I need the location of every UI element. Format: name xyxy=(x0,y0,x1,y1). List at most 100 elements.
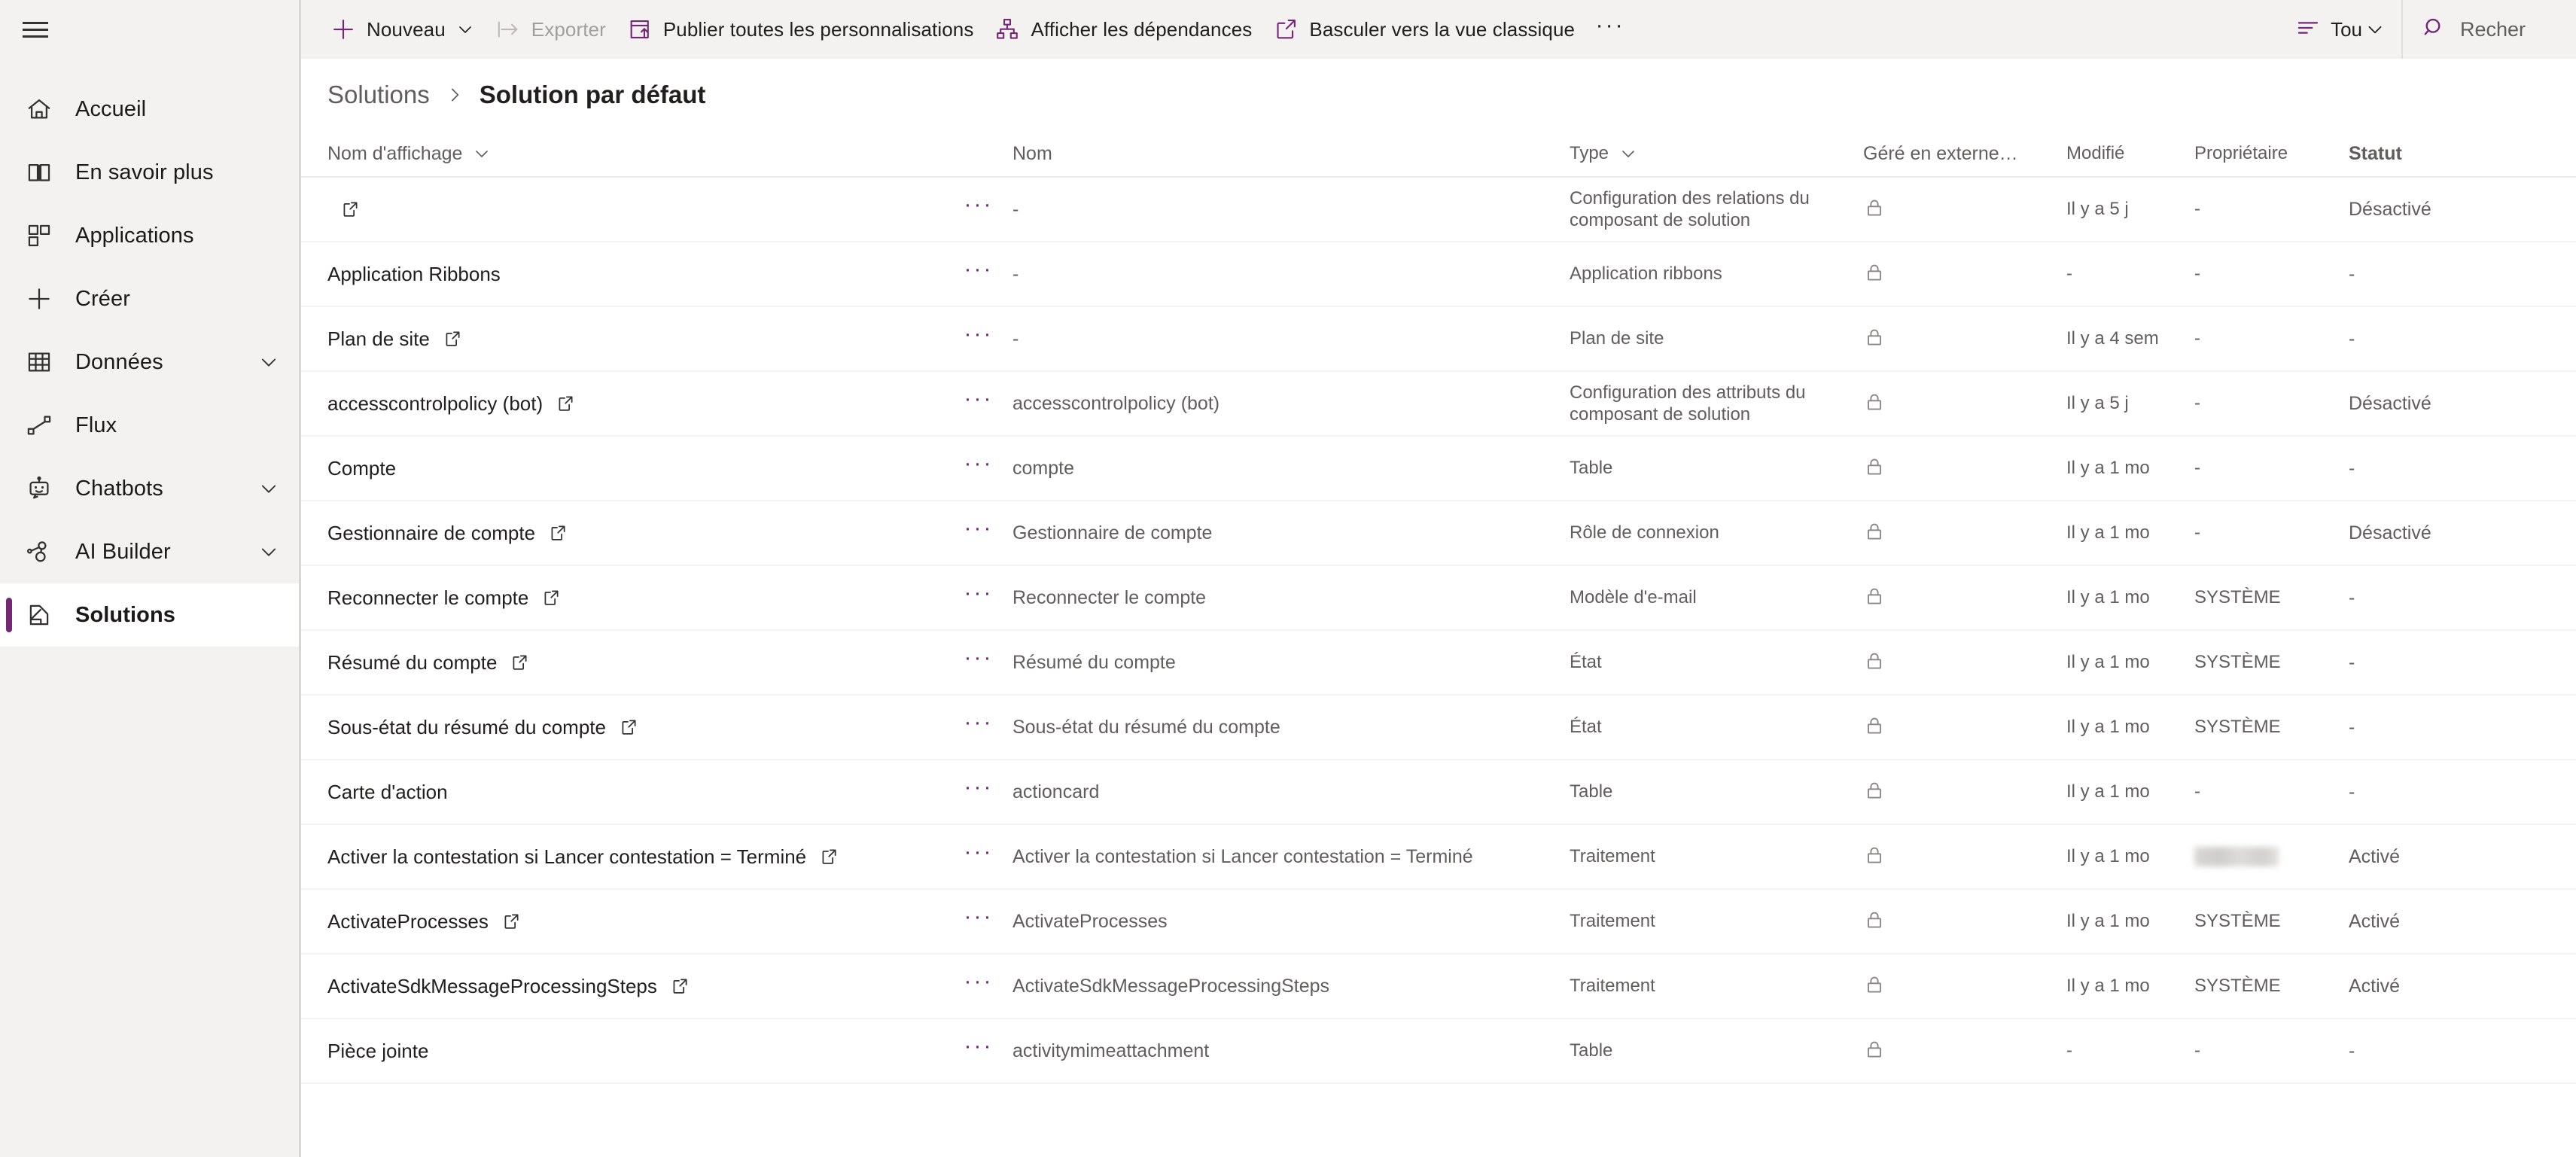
open-in-new-icon[interactable] xyxy=(501,911,522,932)
table-row[interactable]: Plan de site ··· - Plan de site Il y a 4 sem… xyxy=(301,307,2576,372)
sidebar-item-ai-builder[interactable]: AI Builder xyxy=(0,520,299,583)
filter-button[interactable]: Tou xyxy=(2282,0,2403,59)
row-actions-button[interactable]: ··· xyxy=(945,710,1012,744)
row-actions-button[interactable]: ··· xyxy=(945,1034,1012,1068)
cell-display-name[interactable] xyxy=(327,199,945,220)
open-in-new-icon[interactable] xyxy=(442,328,463,349)
cell-display-name[interactable]: accesscontrolpolicy (bot) xyxy=(327,392,945,416)
open-in-new-icon[interactable] xyxy=(669,976,690,997)
sidebar-item-label: Flux xyxy=(75,413,117,437)
column-header-owner[interactable]: Propriétaire xyxy=(2194,143,2349,164)
chevron-down-icon[interactable] xyxy=(258,352,279,373)
table-row[interactable]: ActivateProcesses ··· ActivateProcesses Tra… xyxy=(301,890,2576,955)
table-row[interactable]: ActivateSdkMessageProcessingSteps ··· Acti… xyxy=(301,955,2576,1019)
sidebar-item-chatbots[interactable]: Chatbots xyxy=(0,457,299,520)
cell-display-name[interactable]: Application Ribbons xyxy=(327,263,945,286)
table-row[interactable]: Sous-état du résumé du compte ··· Sous-éta… xyxy=(301,696,2576,760)
table-row[interactable]: Carte d'action ··· actioncard Table Il y a 1… xyxy=(301,760,2576,825)
cell-display-name[interactable]: Compte xyxy=(327,457,945,480)
cell-display-name[interactable]: Sous-état du résumé du compte xyxy=(327,716,945,739)
column-header-modified[interactable]: Modifié xyxy=(2066,143,2194,164)
table-row[interactable]: Compte ··· compte Table Il y a 1 mo - - xyxy=(301,437,2576,501)
chevron-down-icon[interactable] xyxy=(1619,145,1637,163)
component-name: accesscontrolpolicy (bot) xyxy=(1012,392,1220,414)
table-row[interactable]: accesscontrolpolicy (bot) ··· accesscontro… xyxy=(301,372,2576,437)
open-in-new-icon[interactable] xyxy=(555,393,576,414)
breadcrumb-separator-icon xyxy=(445,85,464,105)
row-actions-button[interactable]: ··· xyxy=(945,516,1012,550)
cell-display-name[interactable]: ActivateSdkMessageProcessingSteps xyxy=(327,975,945,998)
sidebar-item-accueil[interactable]: Accueil xyxy=(0,78,299,141)
row-actions-button[interactable]: ··· xyxy=(945,839,1012,874)
row-actions-button[interactable]: ··· xyxy=(945,645,1012,680)
column-header-status[interactable]: Statut xyxy=(2349,143,2514,165)
cell-managed-externally xyxy=(1863,1038,2066,1064)
cell-display-name[interactable]: Carte d'action xyxy=(327,781,945,804)
row-actions-button[interactable]: ··· xyxy=(945,386,1012,421)
cell-display-name[interactable]: Résumé du compte xyxy=(327,651,945,674)
sidebar-item-donn-es[interactable]: Données xyxy=(0,330,299,394)
breadcrumb-item-solutions[interactable]: Solutions xyxy=(327,81,430,109)
cell-display-name[interactable]: Activer la contestation si Lancer contes… xyxy=(327,845,945,869)
row-actions-button[interactable]: ··· xyxy=(945,451,1012,486)
column-header-type[interactable]: Type xyxy=(1570,142,1863,164)
book-icon xyxy=(23,156,56,189)
row-actions-button[interactable]: ··· xyxy=(945,775,1012,809)
component-name: - xyxy=(1012,263,1019,285)
row-actions-button[interactable]: ··· xyxy=(945,321,1012,356)
modified-value: Il y a 4 sem xyxy=(2066,328,2159,349)
status-value: - xyxy=(2349,716,2355,738)
hamburger-menu-button[interactable] xyxy=(0,0,299,59)
sidebar-item-applications[interactable]: Applications xyxy=(0,204,299,267)
chevron-down-icon[interactable] xyxy=(258,478,279,499)
command-nouveau-button[interactable]: Nouveau xyxy=(320,0,485,59)
status-value: Activé xyxy=(2349,845,2401,867)
row-actions-button[interactable]: ··· xyxy=(945,969,1012,1003)
command-bar-overflow-button[interactable]: ··· xyxy=(1585,0,1635,59)
dependencies-icon xyxy=(994,17,1020,42)
row-actions-button[interactable]: ··· xyxy=(945,904,1012,939)
sidebar-item-cr-er[interactable]: Créer xyxy=(0,267,299,330)
open-in-new-icon[interactable] xyxy=(509,652,530,673)
cell-display-name[interactable]: Reconnecter le compte xyxy=(327,586,945,610)
table-row[interactable]: ··· - Configuration des relations du compo… xyxy=(301,178,2576,242)
status-value: Activé xyxy=(2349,910,2401,932)
column-header-name[interactable]: Nom xyxy=(1012,143,1570,165)
table-row[interactable]: Activer la contestation si Lancer contes… xyxy=(301,825,2576,890)
open-in-new-icon[interactable] xyxy=(340,199,361,220)
cell-display-name[interactable]: Plan de site xyxy=(327,327,945,351)
status-value: - xyxy=(2349,651,2355,673)
table-row[interactable]: Application Ribbons ··· - Application ribbo… xyxy=(301,242,2576,307)
open-in-new-icon[interactable] xyxy=(547,522,568,543)
component-display-name: accesscontrolpolicy (bot) xyxy=(327,391,544,415)
cell-display-name[interactable]: Pièce jointe xyxy=(327,1040,945,1063)
chevron-down-icon[interactable] xyxy=(258,541,279,562)
column-header-managed[interactable]: Géré en externe… xyxy=(1863,143,2066,165)
open-in-new-icon[interactable] xyxy=(540,587,562,608)
command-basculer-vers-la-vue-classique-button[interactable]: Basculer vers la vue classique xyxy=(1262,0,1585,59)
column-header-display_name[interactable]: Nom d'affichage xyxy=(327,143,945,165)
command-publier-toutes-les-personnalisations-button[interactable]: Publier toutes les personnalisations xyxy=(617,0,985,59)
filter-label: Tou xyxy=(2331,17,2362,41)
component-display-name: Carte d'action xyxy=(327,780,448,803)
sidebar-item-en-savoir-plus[interactable]: En savoir plus xyxy=(0,141,299,204)
command-afficher-les-d-pendances-button[interactable]: Afficher les dépendances xyxy=(984,0,1262,59)
sidebar-item-solutions[interactable]: Solutions xyxy=(0,583,299,647)
search-input[interactable]: Recher xyxy=(2403,0,2576,59)
table-row[interactable]: Résumé du compte ··· Résumé du compte État I… xyxy=(301,631,2576,696)
open-in-new-icon[interactable] xyxy=(818,846,839,867)
table-row[interactable]: Reconnecter le compte ··· Reconnecter le c… xyxy=(301,566,2576,631)
sidebar-item-flux[interactable]: Flux xyxy=(0,394,299,457)
component-display-name: Activer la contestation si Lancer contes… xyxy=(327,845,807,868)
row-actions-button[interactable]: ··· xyxy=(945,580,1012,615)
row-actions-button[interactable]: ··· xyxy=(945,192,1012,227)
table-row[interactable]: Gestionnaire de compte ··· Gestionnaire de… xyxy=(301,501,2576,566)
row-actions-button[interactable]: ··· xyxy=(945,257,1012,291)
cell-display-name[interactable]: ActivateProcesses xyxy=(327,910,945,933)
status-value: - xyxy=(2349,457,2355,479)
table-row[interactable]: Pièce jointe ··· activitymimeattachment Tab… xyxy=(301,1019,2576,1084)
chevron-down-icon[interactable] xyxy=(456,20,474,38)
open-in-new-icon[interactable] xyxy=(618,717,639,738)
cell-display-name[interactable]: Gestionnaire de compte xyxy=(327,522,945,545)
chevron-down-icon[interactable] xyxy=(473,145,491,163)
